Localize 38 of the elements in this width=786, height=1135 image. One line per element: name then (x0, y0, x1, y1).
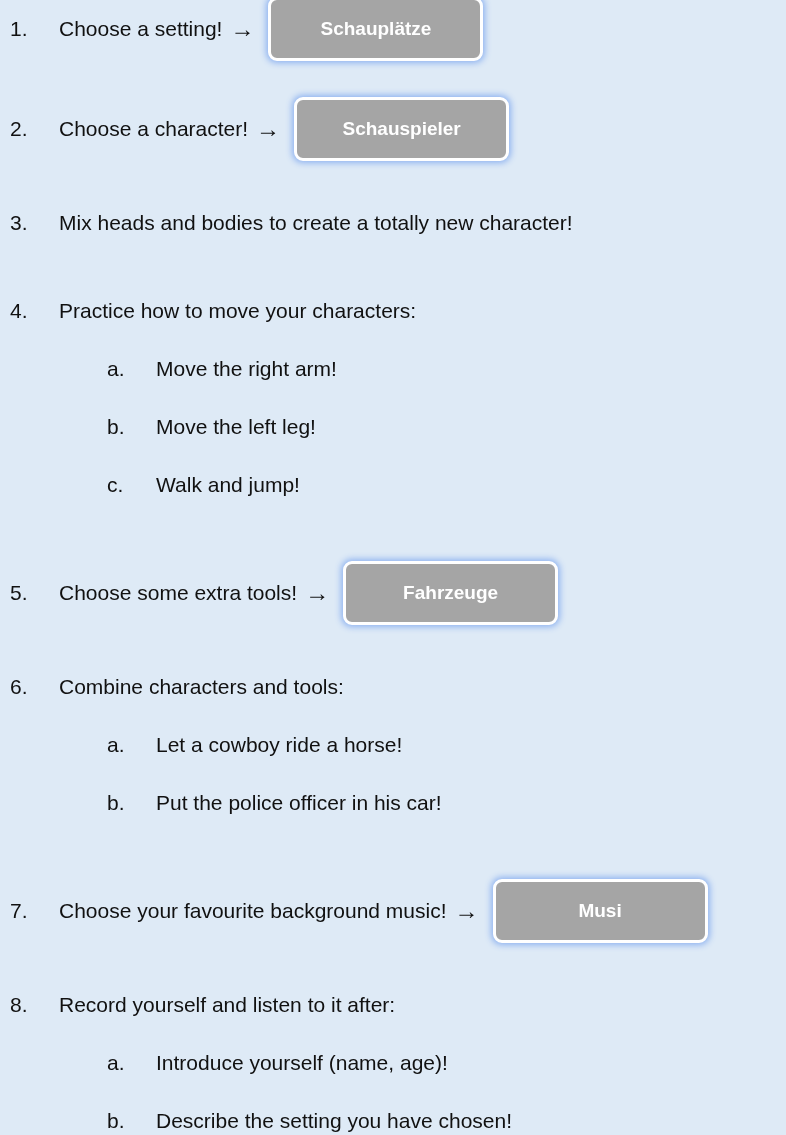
arrow-glyph: → (305, 579, 330, 607)
instruction-text: Put the police officer in his car! (156, 791, 442, 815)
list-number: 2. (10, 117, 29, 141)
list-number: 6. (10, 675, 29, 699)
list-letter: b. (107, 1109, 126, 1133)
list-letter: a. (107, 357, 126, 381)
arrow-glyph: → (256, 115, 281, 143)
category-button[interactable]: Musi (492, 879, 708, 943)
instruction-text: Move the left leg! (156, 415, 316, 439)
instruction-text: Record yourself and listen to it after: (59, 993, 396, 1017)
instruction-text: Choose some extra tools! (59, 581, 298, 605)
category-button[interactable]: Schauspieler (294, 97, 510, 161)
instruction-text: Introduce yourself (name, age)! (156, 1051, 448, 1075)
list-number: 7. (10, 899, 29, 923)
instruction-text: Let a cowboy ride a horse! (156, 733, 403, 757)
instruction-text: Mix heads and bodies to create a totally new character! (59, 211, 573, 235)
list-letter: c. (107, 473, 125, 497)
list-letter: a. (107, 1051, 126, 1075)
list-letter: a. (107, 733, 126, 757)
instruction-text: Practice how to move your characters: (59, 299, 417, 323)
category-button[interactable]: Fahrzeuge (343, 561, 559, 625)
category-button[interactable]: Schauplätze (268, 0, 484, 61)
instruction-text: Describe the setting you have chosen! (156, 1109, 513, 1133)
list-number: 5. (10, 581, 29, 605)
instruction-text: Choose a character! (59, 117, 249, 141)
instruction-text: Combine characters and tools: (59, 675, 344, 699)
instruction-text: Choose your favourite background music! (59, 899, 447, 923)
instruction-text: Choose a setting! (59, 17, 223, 41)
arrow-glyph: → (230, 15, 255, 43)
list-number: 3. (10, 211, 29, 235)
instruction-text: Walk and jump! (156, 473, 300, 497)
instruction-text: Move the right arm! (156, 357, 337, 381)
list-number: 8. (10, 993, 29, 1017)
list-letter: b. (107, 791, 126, 815)
arrow-glyph: → (454, 897, 479, 925)
list-number: 1. (10, 17, 29, 41)
list-letter: b. (107, 415, 126, 439)
list-number: 4. (10, 299, 29, 323)
